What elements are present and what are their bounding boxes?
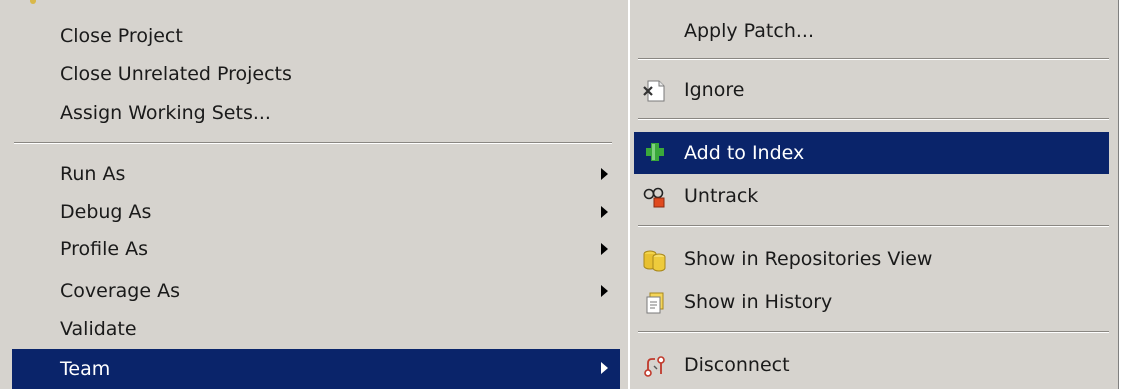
menu-top-icon-fragment <box>30 0 36 4</box>
submenu-arrow-icon <box>601 362 608 374</box>
menu-item-apply-patch[interactable]: Apply Patch... <box>634 12 1109 50</box>
menu-item-close-project[interactable]: Close Project <box>12 17 620 55</box>
menu-item-assign-working-sets[interactable]: Assign Working Sets... <box>12 94 620 132</box>
menu-item-label: Show in Repositories View <box>684 248 933 270</box>
submenu-arrow-icon <box>601 285 608 297</box>
menu-item-label: Validate <box>60 318 137 340</box>
menu-item-debug-as[interactable]: Debug As <box>12 193 620 231</box>
menu-item-label: Close Unrelated Projects <box>60 63 292 85</box>
menu-item-close-unrelated-projects[interactable]: Close Unrelated Projects <box>12 55 620 93</box>
menu-item-team[interactable]: Team <box>12 349 620 389</box>
untrack-icon <box>643 187 665 208</box>
menu-item-profile-as[interactable]: Profile As <box>12 230 620 268</box>
menu-item-label: Profile As <box>60 238 149 260</box>
menu-separator <box>638 118 1109 120</box>
menu-item-validate[interactable]: Validate <box>12 310 620 348</box>
menu-item-coverage-as[interactable]: Coverage As <box>12 272 620 310</box>
submenu-arrow-icon <box>601 168 608 180</box>
menu-item-untrack[interactable]: Untrack <box>634 177 1109 215</box>
menu-item-label: Close Project <box>60 25 183 47</box>
menu-item-label: Untrack <box>684 185 759 207</box>
submenu-arrow-icon <box>601 243 608 255</box>
menu-item-label: Add to Index <box>684 142 805 164</box>
menu-item-label: Ignore <box>684 79 745 101</box>
project-context-menu: Close Project Close Unrelated Projects A… <box>0 0 628 389</box>
ignore-icon <box>643 80 665 102</box>
menu-separator <box>638 225 1109 227</box>
menu-item-ignore[interactable]: Ignore <box>634 71 1109 109</box>
repositories-icon <box>643 250 666 272</box>
menu-item-run-as[interactable]: Run As <box>12 155 620 193</box>
menu-item-label: Assign Working Sets... <box>60 102 271 124</box>
menu-item-label: Debug As <box>60 201 152 223</box>
team-submenu: Apply Patch... Ignore Add to Index Untra… <box>628 0 1119 389</box>
menu-item-label: Run As <box>60 163 126 185</box>
disconnect-icon <box>644 356 665 377</box>
menu-separator <box>638 58 1109 60</box>
menu-separator <box>638 331 1109 333</box>
menu-item-disconnect[interactable]: Disconnect <box>634 346 1109 384</box>
menu-item-show-in-history[interactable]: Show in History <box>634 283 1109 321</box>
history-icon <box>646 292 664 314</box>
menu-item-label: Disconnect <box>684 354 790 376</box>
menu-item-label: Show in History <box>684 291 833 313</box>
submenu-arrow-icon <box>601 206 608 218</box>
menu-separator <box>14 142 612 144</box>
menu-item-label: Coverage As <box>60 280 180 302</box>
menu-item-label: Team <box>60 358 111 380</box>
menu-item-add-to-index[interactable]: Add to Index <box>634 132 1109 174</box>
add-plus-icon <box>646 143 664 161</box>
menu-item-label: Apply Patch... <box>684 20 814 42</box>
menu-item-show-in-repositories-view[interactable]: Show in Repositories View <box>634 240 1109 278</box>
